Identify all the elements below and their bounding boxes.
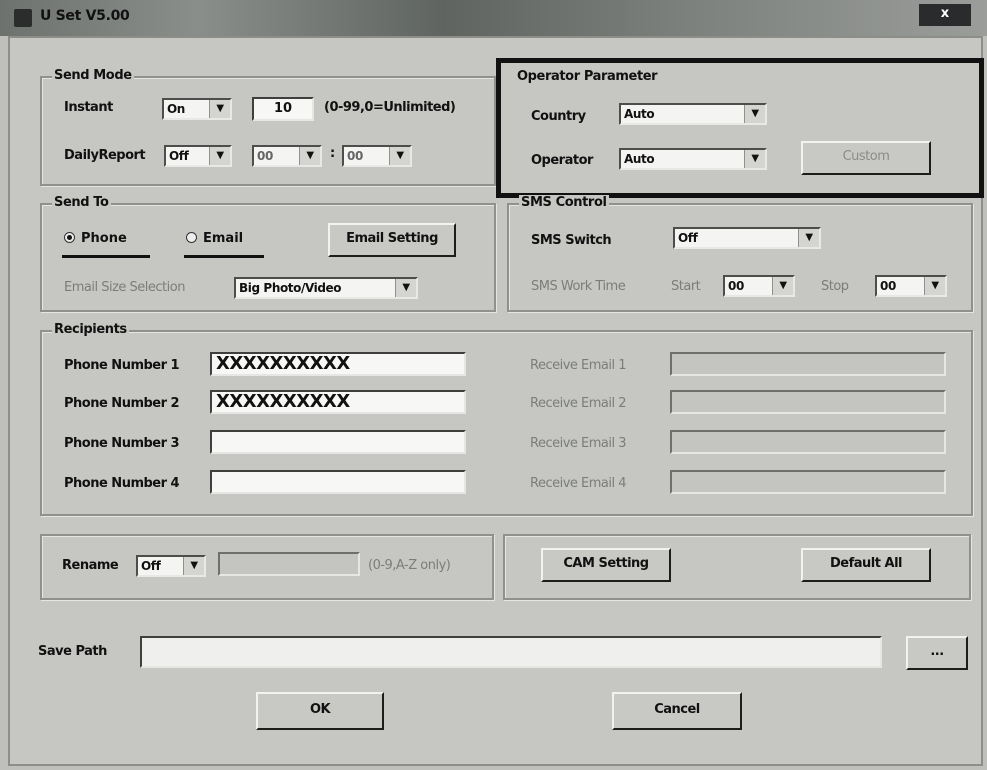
rename-label: Rename xyxy=(62,558,119,573)
sms-start-select[interactable]: 00 ▼ xyxy=(723,275,795,297)
country-select-value: Auto xyxy=(624,107,655,121)
cancel-button[interactable]: Cancel xyxy=(612,692,742,730)
ok-button[interactable]: OK xyxy=(256,692,384,730)
chevron-down-icon[interactable]: ▼ xyxy=(772,277,793,295)
receive-email-3-input[interactable] xyxy=(670,430,946,454)
rename-select-value: Off xyxy=(141,559,161,573)
phone-number-1-label: Phone Number 1 xyxy=(64,358,180,373)
actions-group: CAM Setting Default All xyxy=(503,534,971,600)
email-radio-label: Email xyxy=(203,231,244,246)
chevron-down-icon[interactable]: ▼ xyxy=(744,150,765,168)
sms-stop-value: 00 xyxy=(880,279,896,293)
phone-number-2-input[interactable]: XXXXXXXXXX xyxy=(210,390,466,414)
chevron-down-icon[interactable]: ▼ xyxy=(209,100,230,118)
rename-select[interactable]: Off ▼ xyxy=(136,555,206,577)
daily-report-select[interactable]: Off ▼ xyxy=(164,145,232,167)
operator-select[interactable]: Auto ▼ xyxy=(619,148,767,170)
chevron-down-icon[interactable]: ▼ xyxy=(395,279,416,297)
close-button[interactable]: x xyxy=(919,4,971,26)
cam-setting-button[interactable]: CAM Setting xyxy=(541,548,671,582)
chevron-down-icon[interactable]: ▼ xyxy=(209,147,230,165)
save-path-label: Save Path xyxy=(38,644,107,659)
sms-start-label: Start xyxy=(671,279,701,294)
operator-label: Operator xyxy=(531,153,593,168)
daily-hour-value: 00 xyxy=(257,149,273,163)
send-mode-title: Send Mode xyxy=(52,68,134,83)
receive-email-2-label: Receive Email 2 xyxy=(530,396,627,411)
receive-email-2-input[interactable] xyxy=(670,390,946,414)
sms-start-value: 00 xyxy=(728,279,744,293)
daily-minute-select[interactable]: 00 ▼ xyxy=(342,145,412,167)
daily-minute-value: 00 xyxy=(347,149,363,163)
send-to-title: Send To xyxy=(52,195,111,210)
receive-email-1-label: Receive Email 1 xyxy=(530,358,627,373)
send-count-input[interactable]: 10 xyxy=(252,97,314,121)
sms-work-time-label: SMS Work Time xyxy=(531,279,626,294)
receive-email-4-label: Receive Email 4 xyxy=(530,476,627,491)
chevron-down-icon[interactable]: ▼ xyxy=(183,557,204,575)
phone-number-4-label: Phone Number 4 xyxy=(64,476,180,491)
chevron-down-icon[interactable]: ▼ xyxy=(389,147,410,165)
app-icon xyxy=(14,9,32,27)
send-mode-group: Send Mode Instant On ▼ 10 (0-99,0=Unlimi… xyxy=(40,68,496,186)
default-all-button[interactable]: Default All xyxy=(801,548,931,582)
time-colon: : xyxy=(330,146,335,161)
daily-report-label: DailyReport xyxy=(64,148,146,163)
operator-parameter-group: Operator Parameter Country Auto ▼ Operat… xyxy=(496,58,984,198)
save-path-input[interactable] xyxy=(140,636,882,668)
recipients-title: Recipients xyxy=(52,322,129,337)
chevron-down-icon[interactable]: ▼ xyxy=(798,229,819,247)
dialog-body: Send Mode Instant On ▼ 10 (0-99,0=Unlimi… xyxy=(8,36,984,766)
rename-group: Rename Off ▼ (0-9,A-Z only) xyxy=(40,534,494,600)
email-radio[interactable]: Email xyxy=(186,231,243,246)
email-size-select[interactable]: Big Photo/Video ▼ xyxy=(234,277,418,299)
browse-button[interactable]: ... xyxy=(906,636,968,670)
instant-select-value: On xyxy=(167,102,185,116)
title-bar: U Set V5.00 x xyxy=(0,0,987,36)
instant-label: Instant xyxy=(64,100,113,115)
daily-report-select-value: Off xyxy=(169,149,189,163)
phone-underline xyxy=(62,255,150,258)
email-setting-button[interactable]: Email Setting xyxy=(328,223,456,257)
phone-number-4-input[interactable] xyxy=(210,470,466,494)
operator-parameter-title: Operator Parameter xyxy=(515,69,660,84)
sms-stop-label: Stop xyxy=(821,279,849,294)
receive-email-1-input[interactable] xyxy=(670,352,946,376)
phone-number-3-label: Phone Number 3 xyxy=(64,436,180,451)
phone-number-2-label: Phone Number 2 xyxy=(64,396,180,411)
sms-switch-label: SMS Switch xyxy=(531,233,612,248)
radio-selected-icon xyxy=(64,232,75,243)
radio-unselected-icon xyxy=(186,232,197,243)
email-size-select-value: Big Photo/Video xyxy=(239,281,342,295)
country-select[interactable]: Auto ▼ xyxy=(619,103,767,125)
sms-control-group: SMS Control SMS Switch Off ▼ SMS Work Ti… xyxy=(507,195,973,312)
rename-input[interactable] xyxy=(218,552,360,576)
email-underline xyxy=(184,255,264,258)
rename-hint: (0-9,A-Z only) xyxy=(368,558,451,573)
sms-stop-select[interactable]: 00 ▼ xyxy=(875,275,947,297)
chevron-down-icon[interactable]: ▼ xyxy=(299,147,320,165)
country-label: Country xyxy=(531,109,586,124)
email-size-label: Email Size Selection xyxy=(64,280,185,295)
receive-email-4-input[interactable] xyxy=(670,470,946,494)
send-count-hint: (0-99,0=Unlimited) xyxy=(324,100,456,115)
operator-select-value: Auto xyxy=(624,152,655,166)
custom-button[interactable]: Custom xyxy=(801,141,931,175)
phone-radio[interactable]: Phone xyxy=(64,231,127,246)
instant-select[interactable]: On ▼ xyxy=(162,98,232,120)
chevron-down-icon[interactable]: ▼ xyxy=(744,105,765,123)
daily-hour-select[interactable]: 00 ▼ xyxy=(252,145,322,167)
sms-switch-select[interactable]: Off ▼ xyxy=(673,227,821,249)
sms-switch-select-value: Off xyxy=(678,231,698,245)
phone-number-1-input[interactable]: XXXXXXXXXX xyxy=(210,352,466,376)
chevron-down-icon[interactable]: ▼ xyxy=(924,277,945,295)
recipients-group: Recipients Phone Number 1 XXXXXXXXXX Pho… xyxy=(40,322,973,516)
phone-radio-label: Phone xyxy=(81,231,127,246)
phone-number-3-input[interactable] xyxy=(210,430,466,454)
receive-email-3-label: Receive Email 3 xyxy=(530,436,627,451)
send-to-group: Send To Phone Email Email Setting Email … xyxy=(40,195,496,312)
window-title: U Set V5.00 xyxy=(40,8,130,24)
sms-control-title: SMS Control xyxy=(519,195,609,210)
